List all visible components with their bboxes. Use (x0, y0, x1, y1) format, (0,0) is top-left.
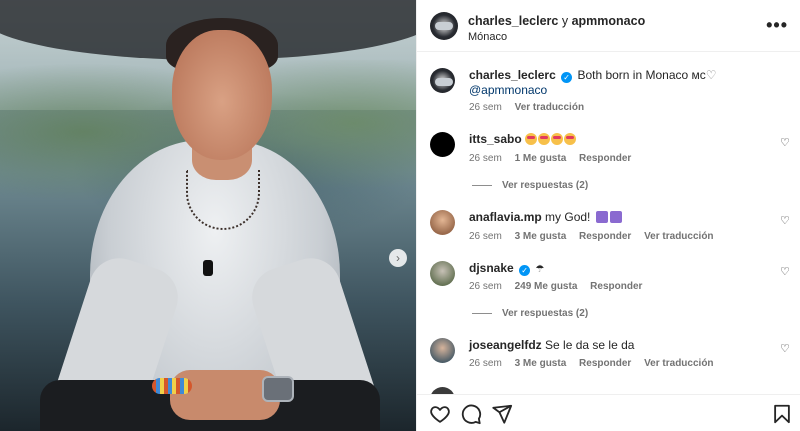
umbrella-emoji-icon: ☂ (535, 264, 545, 275)
more-options-icon[interactable]: ••• (766, 16, 788, 34)
comment-username[interactable]: djsnake (469, 261, 514, 275)
heart-eyes-emoji-icon (538, 133, 551, 145)
comment-username[interactable]: itts_sabo (469, 132, 522, 146)
author-username[interactable]: charles_leclerc (468, 14, 558, 28)
heart-eyes-emoji-icon (525, 133, 538, 145)
comment-username[interactable]: anaflavia.mp (469, 210, 542, 224)
collaborator-username[interactable]: apmmonaco (572, 14, 646, 28)
emoji-icon (609, 211, 622, 223)
comment-reply-link[interactable]: Responder (590, 281, 642, 292)
comment-time: 26 sem (469, 231, 502, 242)
comment-avatar[interactable] (430, 261, 455, 286)
author-avatar[interactable] (430, 12, 458, 40)
comment-like-heart-icon[interactable]: ♡ (780, 267, 791, 278)
photo-person-head (172, 30, 272, 160)
comment-icon[interactable] (460, 403, 482, 425)
post-title: charles_leclerc y apmmonaco (468, 14, 645, 28)
comment-reply-link[interactable]: Responder (579, 231, 631, 242)
comments-list[interactable]: charles_leclerc ✓ Both born in Monaco мс… (417, 52, 800, 394)
bookmark-icon[interactable] (771, 403, 793, 425)
comment-avatar[interactable] (430, 132, 455, 157)
comment-time: 26 sem (469, 358, 502, 369)
comment-reply-link[interactable]: Responder (579, 153, 631, 164)
caption-avatar[interactable] (430, 68, 455, 93)
comment-text: djsnake ✓ ☂ (469, 261, 759, 277)
post-details-panel: charles_leclerc y apmmonaco Mónaco ••• c… (416, 0, 800, 431)
comment-text: anaflavia.mp my God! (469, 210, 759, 225)
comment-avatar[interactable] (430, 387, 455, 394)
comment-avatar[interactable] (430, 338, 455, 363)
comment-meta: 26 sem 1 Me gusta Responder (469, 153, 641, 164)
caption-meta: 26 sem Ver traducción (469, 102, 594, 113)
comment-text: joseangelfdz Se le da se le da (469, 338, 759, 353)
post-actions-bar (417, 394, 800, 431)
comment-translate-link[interactable]: Ver traducción (644, 231, 713, 242)
post-header: charles_leclerc y apmmonaco Mónaco ••• (417, 0, 800, 52)
comment-translate-link[interactable]: Ver traducción (644, 358, 713, 369)
heart-outline-icon: ♡ (705, 68, 717, 82)
post-location[interactable]: Mónaco (468, 31, 507, 43)
comment-text: itts_sabo (469, 132, 759, 147)
comment-likes[interactable]: 3 Me gusta (515, 231, 567, 242)
comment-body: my God! (545, 210, 591, 224)
title-joiner: y (561, 14, 569, 28)
verified-icon: ✓ (561, 72, 573, 83)
post-photo[interactable]: › (0, 0, 416, 431)
comment-avatar[interactable] (430, 210, 455, 235)
comment-body: Se le da se le da (545, 338, 635, 352)
caption-username[interactable]: charles_leclerc (469, 68, 556, 82)
comment-like-heart-icon[interactable]: ♡ (780, 344, 791, 355)
share-icon[interactable] (491, 403, 513, 425)
comment-meta: 26 sem 3 Me gusta Responder Ver traducci… (469, 231, 724, 242)
chevron-right-icon[interactable]: › (389, 249, 407, 267)
view-replies-link[interactable]: Ver respuestas (2) (472, 180, 588, 191)
verified-icon: ✓ (519, 265, 531, 276)
caption-suffix: мс (691, 68, 706, 82)
heart-eyes-emoji-icon (551, 133, 564, 145)
caption-time: 26 sem (469, 102, 502, 113)
comment-likes[interactable]: 3 Me gusta (515, 358, 567, 369)
emoji-icon (595, 211, 608, 223)
photo-bracelets (152, 378, 192, 394)
comment-username[interactable]: joseangelfdz (469, 338, 542, 352)
comment-meta: 26 sem 3 Me gusta Responder Ver traducci… (469, 358, 724, 369)
photo-watch (262, 376, 294, 402)
photo-pendant (203, 260, 213, 276)
caption-body: Both born in Monaco (577, 68, 689, 82)
comment-time: 26 sem (469, 281, 502, 292)
comment-like-heart-icon[interactable]: ♡ (780, 138, 791, 149)
comment-like-heart-icon[interactable]: ♡ (780, 216, 791, 227)
comment-likes[interactable]: 249 Me gusta (515, 281, 578, 292)
view-replies-link[interactable]: Ver respuestas (2) (472, 308, 588, 319)
comment-reply-link[interactable]: Responder (579, 358, 631, 369)
caption-text: charles_leclerc ✓ Both born in Monaco мс… (469, 68, 759, 98)
heart-icon[interactable] (429, 403, 451, 425)
caption-mention[interactable]: @apmmonaco (469, 83, 547, 97)
caption-translate-link[interactable]: Ver traducción (515, 102, 584, 113)
heart-eyes-emoji-icon (564, 133, 577, 145)
comment-meta: 26 sem 249 Me gusta Responder (469, 281, 652, 292)
comment-time: 26 sem (469, 153, 502, 164)
comment-likes[interactable]: 1 Me gusta (515, 153, 567, 164)
